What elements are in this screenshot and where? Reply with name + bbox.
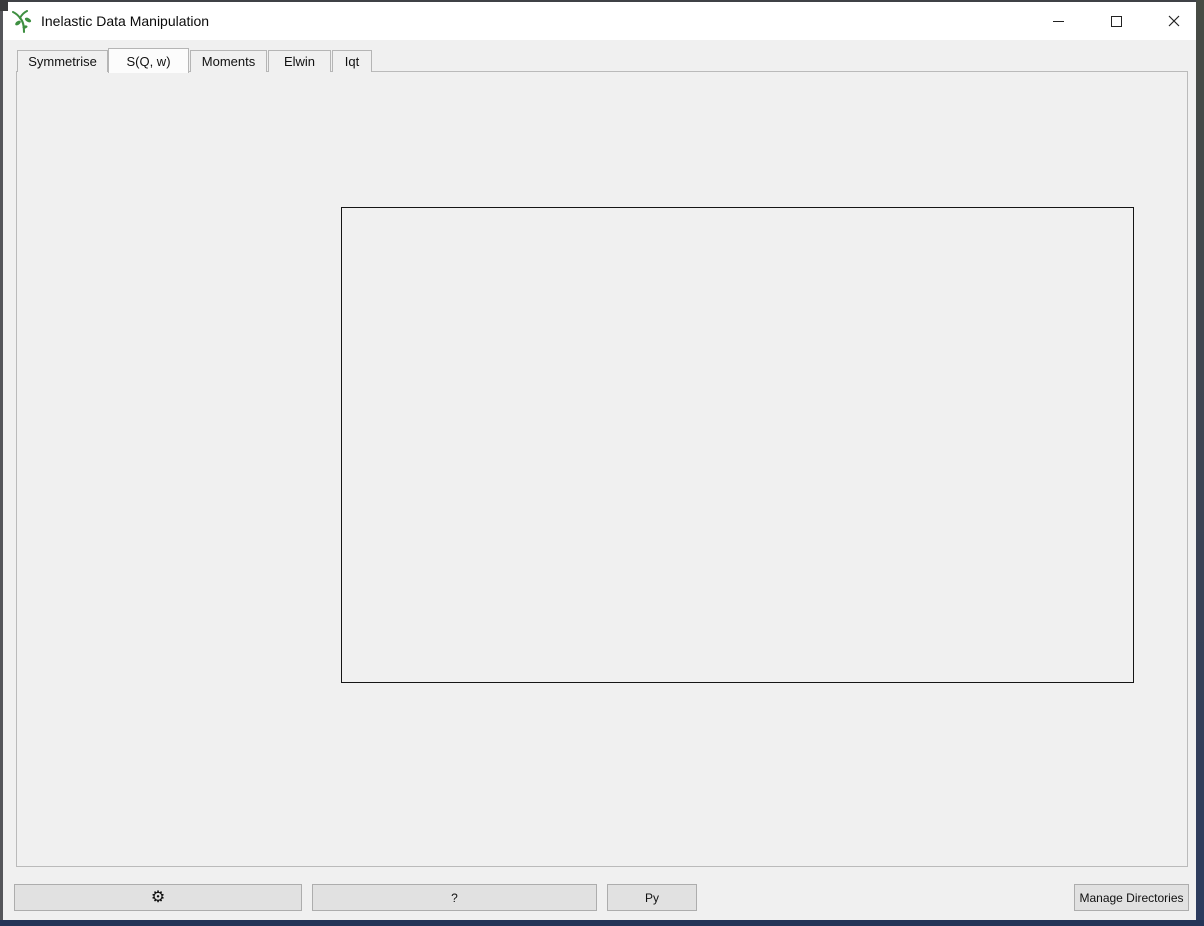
tab-iqt[interactable]: Iqt bbox=[332, 50, 372, 72]
tab-symmetrise[interactable]: Symmetrise bbox=[17, 50, 108, 72]
close-icon bbox=[1168, 15, 1180, 27]
mantid-logo-icon bbox=[12, 10, 36, 34]
tab-label: Moments bbox=[202, 54, 255, 69]
tab-moments[interactable]: Moments bbox=[190, 50, 267, 72]
desktop-edge bbox=[0, 920, 1204, 926]
tab-elwin[interactable]: Elwin bbox=[268, 50, 331, 72]
manage-directories-label: Manage Directories bbox=[1079, 891, 1183, 905]
app-window: Inelastic Data Manipulation Symmetrise S… bbox=[0, 0, 1204, 926]
close-button[interactable] bbox=[1151, 2, 1197, 40]
gear-icon: ⚙ bbox=[151, 890, 165, 906]
desktop-edge bbox=[0, 0, 3, 926]
help-button[interactable]: ? bbox=[312, 884, 597, 911]
maximize-button[interactable] bbox=[1093, 2, 1139, 40]
titlebar: Inelastic Data Manipulation bbox=[3, 2, 1196, 40]
python-label: Py bbox=[645, 891, 659, 905]
tab-sqw[interactable]: S(Q, w) bbox=[108, 48, 189, 73]
tab-label: S(Q, w) bbox=[126, 54, 170, 69]
tab-label: Iqt bbox=[345, 54, 359, 69]
desktop-edge bbox=[1196, 0, 1204, 926]
window-title: Inelastic Data Manipulation bbox=[41, 13, 209, 29]
manage-directories-button[interactable]: Manage Directories bbox=[1074, 884, 1189, 911]
desktop-edge bbox=[0, 0, 8, 11]
maximize-icon bbox=[1111, 16, 1122, 27]
minimize-icon bbox=[1053, 21, 1064, 22]
tab-label: Symmetrise bbox=[28, 54, 97, 69]
tab-pane bbox=[16, 71, 1188, 867]
tab-label: Elwin bbox=[284, 54, 315, 69]
minimize-button[interactable] bbox=[1035, 2, 1081, 40]
desktop-edge bbox=[0, 0, 1204, 2]
help-label: ? bbox=[451, 891, 458, 905]
settings-button[interactable]: ⚙ bbox=[14, 884, 302, 911]
python-export-button[interactable]: Py bbox=[607, 884, 697, 911]
